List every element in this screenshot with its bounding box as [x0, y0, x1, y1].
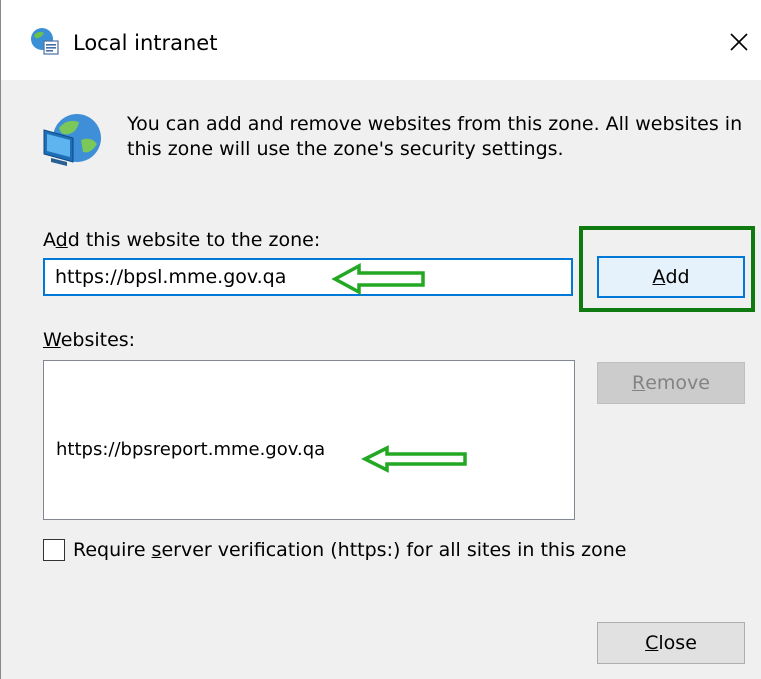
require-verification-checkbox[interactable]: [43, 539, 65, 561]
arrow-left-icon: [361, 445, 467, 473]
globe-computer-icon: [43, 114, 101, 166]
add-website-label: Add this website to the zone:: [43, 229, 321, 251]
window-title: Local intranet: [73, 31, 218, 55]
websites-label: Websites:: [43, 329, 136, 351]
intranet-zone-icon: [31, 28, 59, 55]
remove-button[interactable]: Remove: [597, 362, 745, 404]
require-verification-label[interactable]: Require server verification (https:) for…: [73, 538, 626, 562]
local-intranet-dialog: Local intranet You can add and remove we…: [0, 0, 761, 679]
list-item[interactable]: https://bpsreport.mme.gov.qa: [56, 439, 325, 461]
zone-description: You can add and remove websites from thi…: [127, 113, 743, 160]
websites-list[interactable]: https://bpsreport.mme.gov.qa: [43, 360, 575, 520]
close-icon[interactable]: [721, 24, 757, 60]
website-url-input[interactable]: [43, 258, 573, 296]
close-button[interactable]: Close: [597, 622, 745, 664]
dialog-body: You can add and remove websites from thi…: [1, 80, 761, 679]
title-bar: Local intranet: [1, 0, 761, 80]
arrow-left-icon: [331, 263, 425, 295]
add-button[interactable]: Add: [597, 256, 745, 298]
